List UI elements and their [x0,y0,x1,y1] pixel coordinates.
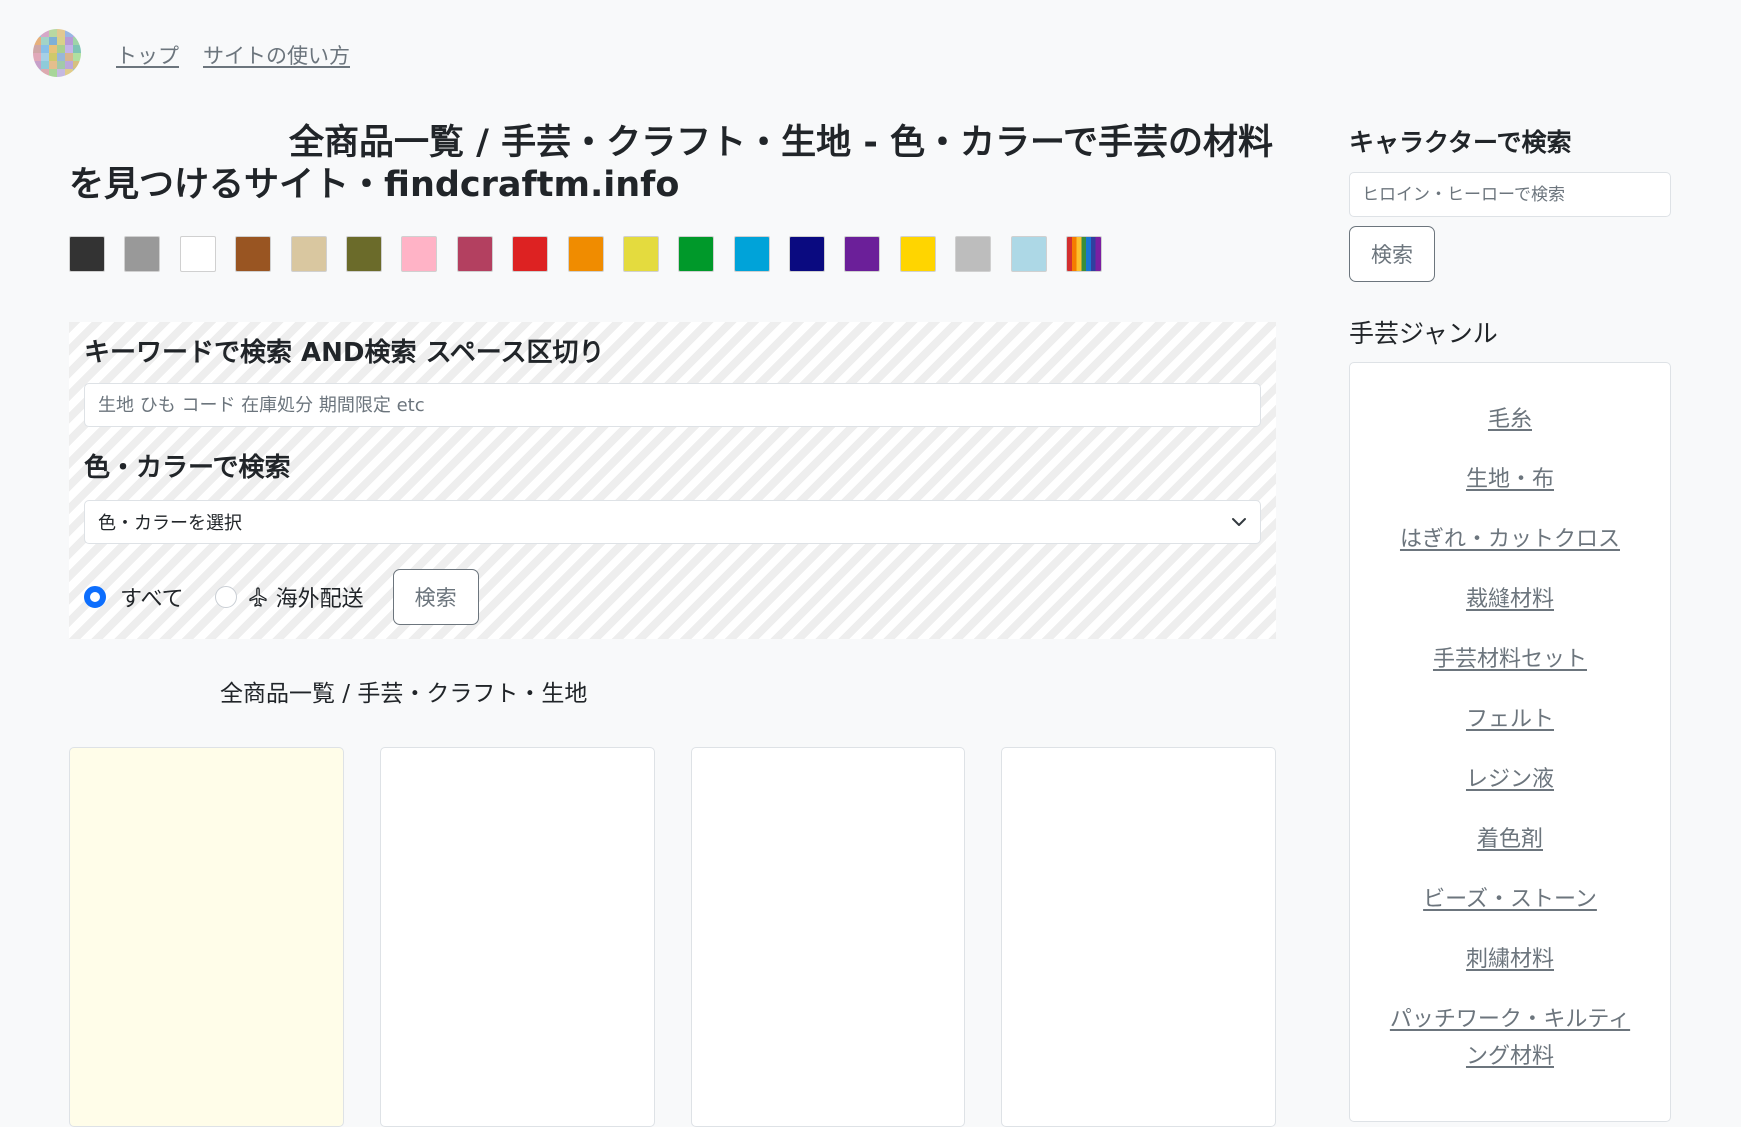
character-search-button[interactable]: 検索 [1349,226,1435,282]
keyword-search-input[interactable] [84,383,1261,427]
radio-all[interactable] [84,586,106,608]
logo-tile [33,69,41,77]
color-swatch[interactable] [733,236,770,272]
color-swatch[interactable] [290,236,327,272]
color-swatch[interactable] [124,236,161,272]
product-list-title: 全商品一覧 / 手芸・クラフト・生地 [220,681,588,707]
color-swatch[interactable] [512,236,549,272]
product-grid [69,747,1276,1127]
search-button[interactable]: 検索 [392,569,479,625]
color-select-value: 色・カラーを選択 [98,513,242,534]
character-search-heading: キャラクターで検索 [1349,128,1572,157]
search-panel: キーワードで検索 AND検索 スペース区切り 色・カラーで検索 色・カラーを選択… [69,322,1276,639]
color-swatch[interactable] [235,236,272,272]
color-swatch[interactable] [456,236,493,272]
logo-tile [65,53,73,61]
color-swatch[interactable] [678,236,715,272]
logo-tile [57,29,65,37]
color-swatch[interactable] [899,236,936,272]
keyword-search-heading: キーワードで検索 AND検索 スペース区切り [84,338,605,368]
color-swatch[interactable] [69,236,105,272]
color-swatch[interactable] [955,236,992,272]
color-swatch[interactable] [179,236,216,272]
color-search-heading: 色・カラーで検索 [84,453,291,483]
logo-tile [73,61,81,69]
radio-overseas-label[interactable]: 海外配送 [276,581,364,613]
nav-link-top[interactable]: トップ [116,40,179,70]
logo-tile [33,53,41,61]
logo-tile [73,37,81,45]
logo-tile [57,69,65,77]
genre-link[interactable]: ビーズ・ストーン [1380,881,1640,918]
color-select[interactable]: 色・カラーを選択 [84,500,1261,544]
chevron-down-icon [1232,518,1246,526]
product-card[interactable] [1001,747,1276,1127]
logo-tile [73,53,81,61]
logo-tile [73,29,81,37]
genre-link[interactable]: はぎれ・カットクロス [1380,521,1640,558]
logo-tile [49,37,57,45]
genre-link[interactable]: レジン液 [1380,761,1640,798]
color-swatch[interactable] [567,236,604,272]
logo-tile [49,53,57,61]
airplane-icon [248,587,267,607]
genre-link[interactable]: 刺繍材料 [1380,941,1640,978]
logo-tile [41,37,49,45]
genre-link[interactable]: 裁縫材料 [1380,581,1640,618]
logo-tile [33,29,41,37]
logo-tile [41,45,49,53]
logo-tile [65,29,73,37]
color-swatch[interactable] [789,236,826,272]
color-swatch[interactable] [1010,236,1047,272]
logo-tile [41,53,49,61]
logo-tile [33,61,41,69]
logo-tile [49,69,57,77]
logo-tile [65,45,73,53]
logo-tile [73,45,81,53]
logo-tile [65,69,73,77]
radio-overseas[interactable] [214,586,237,608]
logo-tile [49,45,57,53]
genre-link[interactable]: パッチワーク・キルティング材料 [1380,1001,1640,1075]
color-swatch[interactable] [844,236,881,272]
genre-link[interactable]: 生地・布 [1380,461,1640,498]
logo-tile [33,37,41,45]
color-swatch[interactable] [622,236,659,272]
genre-link[interactable]: 着色剤 [1380,821,1640,858]
color-swatch-row [69,236,1103,272]
logo-tile [73,69,81,77]
nav-link-howto[interactable]: サイトの使い方 [203,40,350,70]
shipping-filter: すべて 海外配送 検索 [84,569,479,625]
logo-tile [57,37,65,45]
genre-link[interactable]: 毛糸 [1380,401,1640,438]
logo-tile [49,29,57,37]
logo-tile [33,45,41,53]
logo-tile [41,69,49,77]
site-logo[interactable] [33,29,81,77]
logo-tile [49,61,57,69]
logo-tile [57,53,65,61]
genre-link[interactable]: 手芸材料セット [1380,641,1640,678]
color-swatch-multicolor[interactable] [1066,236,1103,272]
radio-all-label[interactable]: すべて [120,581,184,613]
character-search-input[interactable] [1349,172,1671,217]
product-card[interactable] [690,747,966,1127]
logo-tile [57,45,65,53]
page-title: 全商品一覧 / 手芸・クラフト・生地 - 色・カラーで手芸の材料を見つけるサイト… [69,123,1273,205]
product-card[interactable] [379,747,655,1127]
logo-tile [65,37,73,45]
logo-tile [65,61,73,69]
color-swatch[interactable] [401,236,438,272]
color-swatch[interactable] [345,236,382,272]
logo-tile [57,61,65,69]
product-card[interactable] [69,747,344,1127]
genre-heading: 手芸ジャンル [1349,319,1498,348]
genre-link[interactable]: フェルト [1380,701,1640,738]
site-header: トップ サイトの使い方 [0,0,1741,106]
genre-list: 毛糸生地・布はぎれ・カットクロス 裁縫材料手芸材料セット フェルトレジン液着色剤ビー… [1349,362,1671,1122]
logo-tile [41,29,49,37]
logo-tile [41,61,49,69]
